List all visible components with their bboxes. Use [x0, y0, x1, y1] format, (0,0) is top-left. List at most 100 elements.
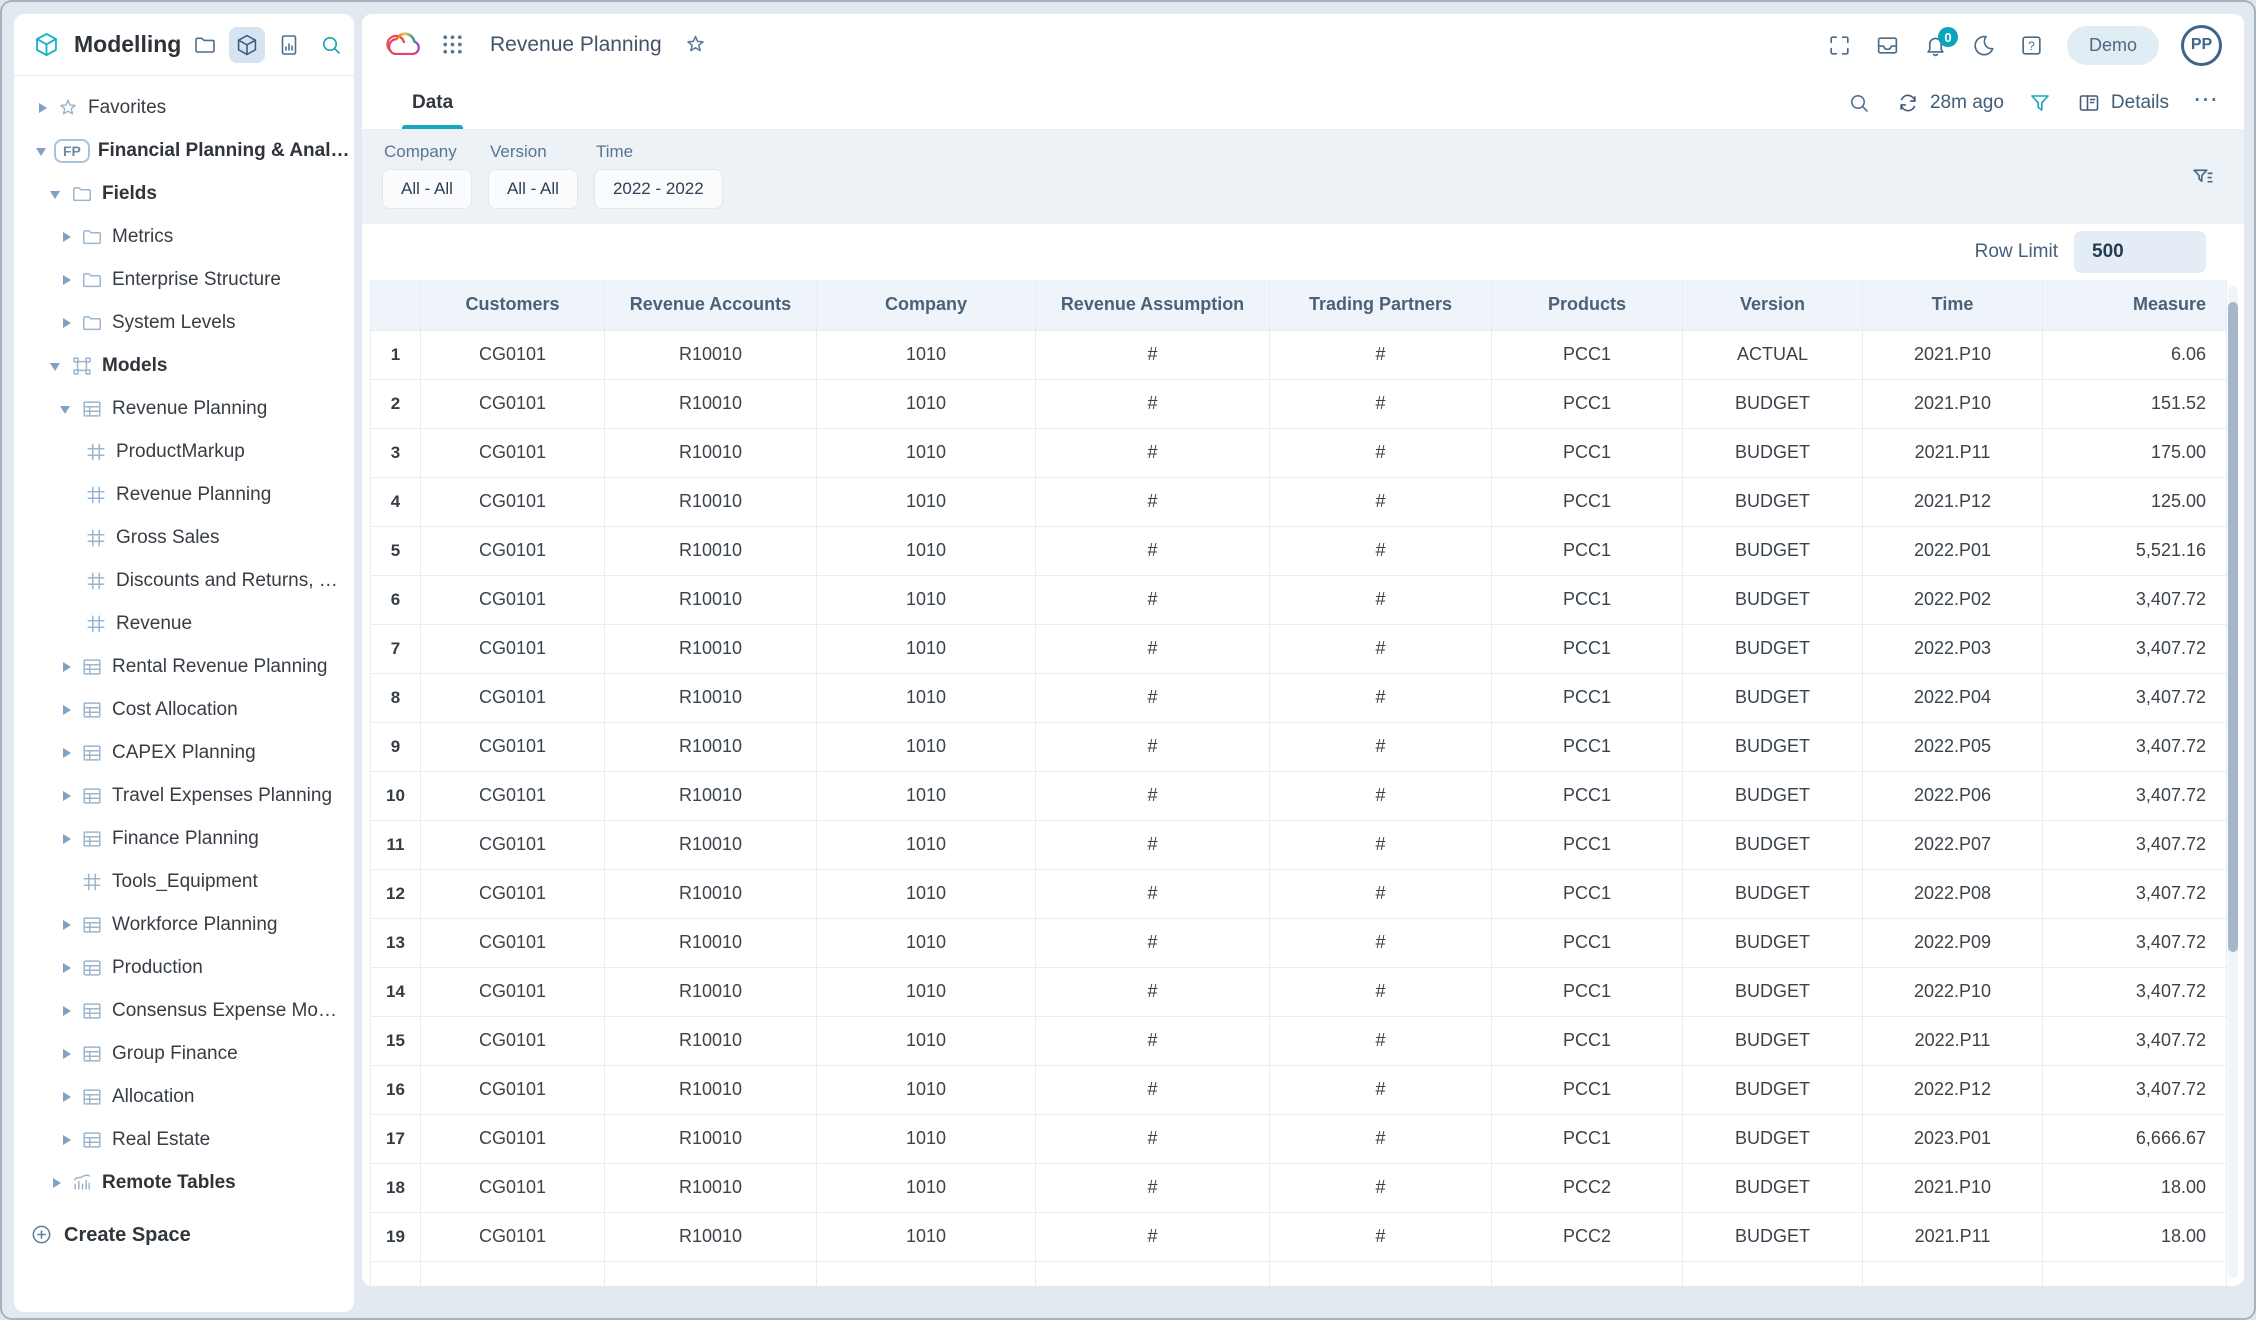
dark-mode-moon-icon[interactable]: [1971, 32, 1997, 58]
favorite-star-icon[interactable]: [684, 33, 708, 57]
tab-data[interactable]: Data: [406, 76, 459, 129]
search-icon[interactable]: [313, 27, 349, 63]
sidebar-item-rental-revenue-planning[interactable]: Rental Revenue Planning: [24, 645, 350, 688]
chevron-right-icon[interactable]: [58, 788, 74, 804]
chevron-right-icon[interactable]: [58, 960, 74, 976]
cell-trading-partners: #: [1270, 330, 1492, 379]
cell-company: 1010: [817, 820, 1036, 869]
column-header-products[interactable]: Products: [1492, 280, 1683, 330]
sidebar-item-gross-sales[interactable]: Gross Sales: [24, 516, 350, 559]
sidebar-item-production[interactable]: Production: [24, 946, 350, 989]
filter-list-icon[interactable]: [2190, 164, 2216, 190]
inbox-icon[interactable]: [1875, 32, 1901, 58]
sidebar-item-capex-planning[interactable]: CAPEX Planning: [24, 731, 350, 774]
folder-view-icon[interactable]: [187, 27, 223, 63]
sidebar-item-travel-expenses-planning[interactable]: Travel Expenses Planning: [24, 774, 350, 817]
sidebar-item-revenue[interactable]: Revenue: [24, 602, 350, 645]
table-row: 8CG0101R100101010##PCC1BUDGET2022.P043,4…: [371, 673, 2227, 722]
sidebar-item-productmarkup[interactable]: ProductMarkup: [24, 430, 350, 473]
filter-chip-version[interactable]: All - All: [488, 169, 578, 209]
folder-icon: [70, 182, 94, 206]
chevron-right-icon[interactable]: [58, 272, 74, 288]
table-row: 17CG0101R100101010##PCC1BUDGET2023.P016,…: [371, 1114, 2227, 1163]
sidebar-item-remote-tables[interactable]: Remote Tables: [24, 1161, 350, 1204]
create-space-button[interactable]: Create Space: [14, 1210, 354, 1260]
sidebar-item-discounts-and-returns-c[interactable]: Discounts and Returns, C…: [24, 559, 350, 602]
chevron-right-icon[interactable]: [58, 702, 74, 718]
chevron-right-icon[interactable]: [48, 1175, 64, 1191]
sidebar-item-label: Consensus Expense Mo…: [112, 1000, 337, 1022]
chevron-right-icon[interactable]: [58, 1046, 74, 1062]
model-view-icon[interactable]: [229, 27, 265, 63]
column-header-company[interactable]: Company: [817, 280, 1036, 330]
sidebar-item-label: Revenue Planning: [116, 484, 271, 506]
chevron-right-icon[interactable]: [58, 745, 74, 761]
cell-trading-partners: #: [1270, 379, 1492, 428]
sidebar-item-enterprise-structure[interactable]: Enterprise Structure: [24, 258, 350, 301]
chevron-down-icon[interactable]: [34, 143, 50, 159]
chevron-right-icon[interactable]: [34, 100, 50, 116]
sidebar-item-models[interactable]: Models: [24, 344, 350, 387]
sidebar-item-fields[interactable]: Fields: [24, 172, 350, 215]
sidebar-item-revenue-planning[interactable]: Revenue Planning: [24, 387, 350, 430]
table-search-icon[interactable]: [1847, 90, 1872, 115]
sidebar-item-group-finance[interactable]: Group Finance: [24, 1032, 350, 1075]
column-header-version[interactable]: Version: [1683, 280, 1863, 330]
column-header-trading-partners[interactable]: Trading Partners: [1270, 280, 1492, 330]
filter-chip-company[interactable]: All - All: [382, 169, 472, 209]
cell-time: 2022.P01: [1863, 526, 2043, 575]
chevron-down-icon[interactable]: [48, 186, 64, 202]
column-header-time[interactable]: Time: [1863, 280, 2043, 330]
fullscreen-icon[interactable]: [1827, 32, 1853, 58]
sidebar-item-consensus-expense-mo[interactable]: Consensus Expense Mo…: [24, 989, 350, 1032]
refresh-button[interactable]: 28m ago: [1896, 90, 2004, 115]
notifications-bell-icon[interactable]: 0: [1923, 32, 1949, 58]
cell-customers: CG0101: [421, 820, 605, 869]
user-avatar[interactable]: PP: [2181, 25, 2222, 66]
chevron-right-icon[interactable]: [58, 315, 74, 331]
sidebar-item-finance-planning[interactable]: Finance Planning: [24, 817, 350, 860]
column-header-customers[interactable]: Customers: [421, 280, 605, 330]
chevron-down-icon[interactable]: [48, 358, 64, 374]
sidebar-item-financial-planning-analysis[interactable]: FPFinancial Planning & Analysis: [24, 129, 350, 172]
chevron-right-icon[interactable]: [58, 659, 74, 675]
sidebar-item-cost-allocation[interactable]: Cost Allocation: [24, 688, 350, 731]
cell-products: PCC2: [1492, 1163, 1683, 1212]
chevron-right-icon[interactable]: [58, 1132, 74, 1148]
app-launcher-icon[interactable]: [440, 32, 466, 58]
cell-trading-partners: #: [1270, 722, 1492, 771]
chevron-right-icon[interactable]: [58, 1003, 74, 1019]
more-options-icon[interactable]: ⋯: [2193, 87, 2218, 118]
sidebar-item-metrics[interactable]: Metrics: [24, 215, 350, 258]
column-header-measure[interactable]: Measure: [2043, 280, 2227, 330]
scrollbar-thumb[interactable]: [2228, 302, 2238, 952]
column-header-revenue-accounts[interactable]: Revenue Accounts: [605, 280, 817, 330]
filter-chip-time[interactable]: 2022 - 2022: [594, 169, 723, 209]
sidebar-item-workforce-planning[interactable]: Workforce Planning: [24, 903, 350, 946]
filter-funnel-icon[interactable]: [2028, 90, 2053, 115]
chevron-right-icon[interactable]: [58, 1089, 74, 1105]
cell-version: BUDGET: [1683, 967, 1863, 1016]
details-button[interactable]: Details: [2077, 90, 2169, 115]
help-icon[interactable]: ?: [2019, 32, 2045, 58]
row-limit-input[interactable]: 500: [2074, 231, 2206, 273]
sidebar-item-real-estate[interactable]: Real Estate: [24, 1118, 350, 1161]
demo-badge[interactable]: Demo: [2067, 26, 2159, 65]
chevron-down-icon[interactable]: [58, 401, 74, 417]
sidebar-item-favorites[interactable]: Favorites: [24, 86, 350, 129]
column-header-revenue-assumption[interactable]: Revenue Assumption: [1036, 280, 1270, 330]
vertical-scrollbar[interactable]: [2228, 286, 2238, 1278]
sidebar-item-system-levels[interactable]: System Levels: [24, 301, 350, 344]
chevron-right-icon[interactable]: [58, 917, 74, 933]
sidebar-item-allocation[interactable]: Allocation: [24, 1075, 350, 1118]
cell-customers: CG0101: [421, 477, 605, 526]
sidebar-item-tools-equipment[interactable]: Tools_Equipment: [24, 860, 350, 903]
report-view-icon[interactable]: [271, 27, 307, 63]
cell-time: 2022.P11: [1863, 1016, 2043, 1065]
cell-version: BUDGET: [1683, 1016, 1863, 1065]
sidebar-item-revenue-planning[interactable]: Revenue Planning: [24, 473, 350, 516]
table-row: 9CG0101R100101010##PCC1BUDGET2022.P053,4…: [371, 722, 2227, 771]
chevron-right-icon[interactable]: [58, 831, 74, 847]
cell-revenue-assumption: #: [1036, 1212, 1270, 1261]
chevron-right-icon[interactable]: [58, 229, 74, 245]
